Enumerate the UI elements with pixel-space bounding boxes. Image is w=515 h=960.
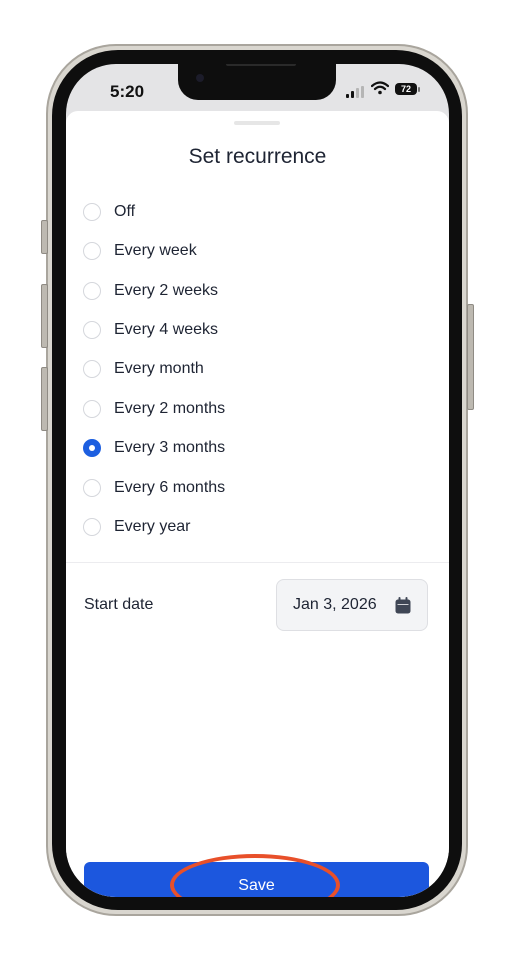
front-camera: [196, 74, 204, 82]
silent-switch: [41, 220, 48, 254]
radio-every-year[interactable]: [83, 518, 101, 536]
cellular-signal-icon: [346, 86, 366, 98]
option-every-3-months[interactable]: Every 3 months: [83, 433, 383, 463]
option-label: Off: [114, 203, 136, 220]
status-time: 5:20: [110, 82, 145, 101]
radio-every-week[interactable]: [83, 242, 101, 260]
radio-every-2-weeks[interactable]: [83, 282, 101, 300]
radio-every-4-weeks[interactable]: [83, 321, 101, 339]
option-label: Every 6 months: [114, 479, 226, 496]
save-button-label: Save: [238, 877, 275, 894]
calendar-icon: [395, 597, 411, 614]
volume-down-button: [41, 367, 48, 431]
battery-tip: [418, 87, 420, 92]
option-off[interactable]: Off: [83, 197, 383, 227]
power-button: [467, 304, 474, 410]
notch: [178, 64, 336, 100]
option-every-4-weeks[interactable]: Every 4 weeks: [83, 315, 383, 345]
divider: [66, 562, 449, 563]
start-date-label: Start date: [84, 596, 154, 613]
radio-every-3-months[interactable]: [83, 439, 101, 457]
wifi-icon: [370, 81, 390, 100]
option-every-6-months[interactable]: Every 6 months: [83, 473, 383, 503]
option-every-month[interactable]: Every month: [83, 354, 383, 384]
save-button[interactable]: Save: [84, 862, 429, 897]
option-label: Every week: [114, 242, 197, 259]
option-label: Every 2 months: [114, 400, 226, 417]
recurrence-sheet: Set recurrence Off Every week Every 2 we…: [66, 111, 449, 897]
option-label: Every year: [114, 518, 191, 535]
start-date-picker[interactable]: Jan 3, 2026: [276, 579, 428, 631]
option-label: Every 3 months: [114, 439, 226, 456]
option-every-week[interactable]: Every week: [83, 236, 383, 266]
option-label: Every 4 weeks: [114, 321, 219, 338]
radio-every-6-months[interactable]: [83, 479, 101, 497]
radio-every-2-months[interactable]: [83, 400, 101, 418]
volume-up-button: [41, 284, 48, 348]
option-every-year[interactable]: Every year: [83, 512, 383, 542]
option-every-2-months[interactable]: Every 2 months: [83, 394, 383, 424]
start-date-value: Jan 3, 2026: [293, 596, 377, 613]
sheet-grabber[interactable]: [234, 121, 280, 125]
battery-icon: 72: [395, 83, 417, 95]
option-every-2-weeks[interactable]: Every 2 weeks: [83, 276, 383, 306]
option-label: Every 2 weeks: [114, 282, 219, 299]
speaker: [226, 64, 296, 66]
radio-off[interactable]: [83, 203, 101, 221]
screen: 5:20 72 Set recurrence Off Every week Ev…: [66, 64, 449, 897]
radio-every-month[interactable]: [83, 360, 101, 378]
sheet-title: Set recurrence: [188, 145, 327, 168]
option-label: Every month: [114, 360, 204, 377]
